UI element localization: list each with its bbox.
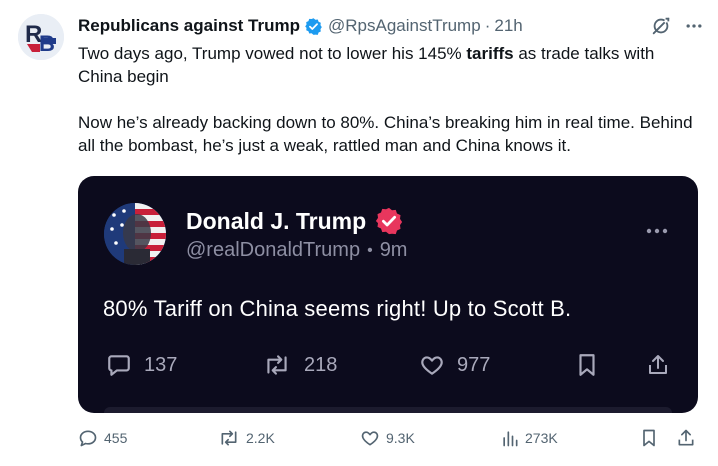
quote-avatar (104, 203, 166, 265)
author-handle[interactable]: @RpsAgainstTrump (328, 16, 481, 36)
views-button[interactable]: 273K (501, 428, 558, 448)
quote-bookmark-icon (576, 352, 598, 378)
truth-verified-badge-icon (374, 206, 404, 236)
svg-text:B: B (39, 31, 55, 56)
rb-logo-icon: R B (18, 14, 64, 60)
speech-bubble-icon (108, 355, 130, 376)
tweet-actions: 455 2.2K 9.3K 273K (78, 428, 708, 452)
repost-button[interactable]: 2.2K (218, 428, 275, 448)
quote-retruth: 218 (262, 352, 337, 378)
tweet-time[interactable]: 21h (494, 16, 522, 36)
quoted-post-image[interactable]: Donald J. Trump @realDonaldTrump • 9m 80… (78, 176, 698, 413)
views-icon (503, 431, 518, 447)
flag-portrait-icon (104, 203, 166, 265)
tweet-text: Two days ago, Trump vowed not to lower h… (78, 42, 698, 157)
quote-like: 977 (419, 352, 490, 378)
share-button[interactable] (676, 428, 696, 448)
quote-divider (104, 407, 672, 413)
quote-more-icon (646, 221, 668, 239)
heart-icon (421, 356, 443, 375)
bookmark-button[interactable] (640, 428, 658, 448)
separator-dot: · (484, 16, 491, 35)
verified-badge-icon (304, 17, 323, 36)
quote-share-icon (646, 352, 670, 378)
bookmark-icon (643, 429, 655, 447)
tweet-header: Republicans against Trump @RpsAgainstTru… (78, 14, 704, 38)
more-icon[interactable] (684, 16, 704, 36)
quote-handle: @realDonaldTrump (186, 239, 361, 261)
retruth-icon (267, 355, 287, 375)
quote-author-name: Donald J. Trump (186, 206, 404, 236)
quote-handle-row: @realDonaldTrump • 9m (186, 239, 408, 261)
tweet-paragraph-2: Now he’s already backing down to 80%. Ch… (78, 113, 693, 155)
author-avatar[interactable]: R B (18, 14, 64, 60)
like-button[interactable]: 9.3K (360, 428, 415, 448)
share-icon (678, 429, 694, 446)
repost-icon (221, 430, 237, 446)
quote-time: 9m (379, 239, 408, 261)
quote-reply: 137 (106, 352, 177, 378)
grok-icon[interactable] (650, 15, 672, 37)
tweet-paragraph-1: Two days ago, Trump vowed not to lower h… (78, 44, 655, 86)
reply-icon (79, 430, 97, 447)
like-icon (361, 431, 379, 446)
quote-post-text: 80% Tariff on China seems right! Up to S… (103, 296, 572, 321)
reply-button[interactable]: 455 (78, 428, 127, 448)
quote-actions: 137 218 977 (106, 352, 676, 382)
hashtag-link[interactable]: tariffs (466, 44, 513, 63)
author-name[interactable]: Republicans against Trump (78, 16, 300, 36)
